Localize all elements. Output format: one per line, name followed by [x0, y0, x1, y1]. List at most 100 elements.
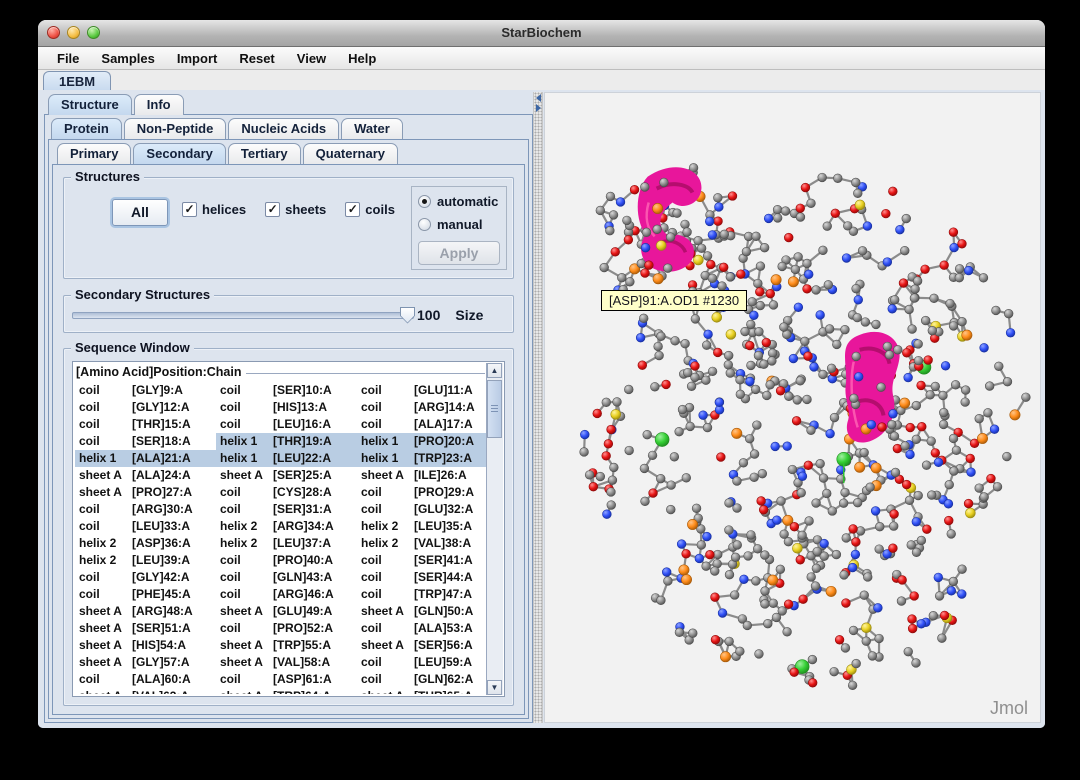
split-pane-divider[interactable]	[533, 92, 543, 723]
sequence-cell[interactable]: sheet A[HIS]54:A	[75, 637, 216, 654]
sequence-cell[interactable]: coil[GLY]12:A	[75, 399, 216, 416]
menu-item-view[interactable]: View	[286, 51, 337, 66]
menu-item-help[interactable]: Help	[337, 51, 387, 66]
sequence-cell[interactable]: sheet A[VAL]63:A	[75, 688, 216, 694]
tab-nucleic-acids[interactable]: Nucleic Acids	[228, 118, 339, 139]
sequence-cell[interactable]: helix 1[TRP]23:A	[357, 450, 486, 467]
sequence-cell[interactable]: sheet A[ILE]26:A	[357, 467, 486, 484]
menu-item-file[interactable]: File	[46, 51, 90, 66]
title-bar[interactable]: StarBiochem	[38, 20, 1045, 47]
sequence-cell[interactable]: helix 2[ARG]34:A	[216, 518, 357, 535]
sequence-cell[interactable]: sheet A[SER]51:A	[75, 620, 216, 637]
checkbox-box-icon[interactable]: ✓	[345, 202, 360, 217]
sequence-cell[interactable]: coil[SER]41:A	[357, 552, 486, 569]
sequence-cell[interactable]: helix 2[LEU]39:A	[75, 552, 216, 569]
scrollbar-thumb[interactable]	[487, 380, 502, 438]
checkbox-helices[interactable]: ✓helices	[182, 202, 246, 217]
checkbox-box-icon[interactable]: ✓	[265, 202, 280, 217]
tab-protein[interactable]: Protein	[51, 118, 122, 139]
sequence-cell[interactable]: sheet A[GLN]50:A	[357, 603, 486, 620]
radio-manual[interactable]: manual	[418, 213, 500, 236]
sequence-cell[interactable]: coil[ASP]61:A	[216, 671, 357, 688]
sequence-cell[interactable]: coil[SER]31:A	[216, 501, 357, 518]
sequence-cell[interactable]: coil[ALA]17:A	[357, 416, 486, 433]
tab-non-peptide[interactable]: Non-Peptide	[124, 118, 227, 139]
radio-circle-icon[interactable]	[418, 195, 431, 208]
menu-item-import[interactable]: Import	[166, 51, 228, 66]
sequence-cell[interactable]: coil[TRP]47:A	[357, 586, 486, 603]
sequence-cell[interactable]: sheet A[TRP]64:A	[216, 688, 357, 694]
sequence-cell[interactable]: coil[ARG]30:A	[75, 501, 216, 518]
sequence-cell[interactable]: coil[GLY]9:A	[75, 382, 216, 399]
scroll-down-button[interactable]: ▼	[487, 680, 502, 695]
sequence-cell[interactable]: sheet A[SER]25:A	[216, 467, 357, 484]
checkbox-sheets[interactable]: ✓sheets	[265, 202, 326, 217]
sequence-cell[interactable]: coil[PRO]29:A	[357, 484, 486, 501]
sequence-cell[interactable]: helix 1[THR]19:A	[216, 433, 357, 450]
sequence-cell[interactable]: helix 2[ASP]36:A	[75, 535, 216, 552]
sequence-cell[interactable]: coil[ALA]60:A	[75, 671, 216, 688]
zoom-button[interactable]	[87, 26, 100, 39]
sequence-cell[interactable]: sheet A[ARG]48:A	[75, 603, 216, 620]
sequence-cell[interactable]: coil[ARG]14:A	[357, 399, 486, 416]
tab-water[interactable]: Water	[341, 118, 403, 139]
radio-circle-icon[interactable]	[418, 218, 431, 231]
sequence-cell[interactable]: coil[GLY]42:A	[75, 569, 216, 586]
scroll-up-button[interactable]: ▲	[487, 363, 502, 378]
tab-secondary[interactable]: Secondary	[133, 143, 225, 164]
sequence-cell[interactable]: sheet A[PRO]27:A	[75, 484, 216, 501]
size-slider-thumb[interactable]	[400, 307, 415, 324]
apply-button[interactable]: Apply	[418, 241, 500, 265]
sequence-cell[interactable]: coil[LEU]33:A	[75, 518, 216, 535]
tab-structure[interactable]: Structure	[48, 94, 132, 115]
sequence-cell[interactable]: sheet A[SER]56:A	[357, 637, 486, 654]
sequence-cell[interactable]: helix 2[VAL]38:A	[357, 535, 486, 552]
tab-tertiary[interactable]: Tertiary	[228, 143, 301, 164]
tab-primary[interactable]: Primary	[57, 143, 131, 164]
sequence-cell[interactable]: coil[PHE]45:A	[75, 586, 216, 603]
sequence-cell[interactable]: coil[ARG]46:A	[216, 586, 357, 603]
sequence-cell[interactable]: coil[THR]15:A	[75, 416, 216, 433]
sequence-cell[interactable]: sheet A[GLU]49:A	[216, 603, 357, 620]
sequence-cell[interactable]: sheet A[GLY]57:A	[75, 654, 216, 671]
molecule-canvas[interactable]	[545, 93, 1040, 722]
checkbox-coils[interactable]: ✓coils	[345, 202, 395, 217]
sequence-cell[interactable]: coil[PRO]40:A	[216, 552, 357, 569]
sequence-cell[interactable]: coil[PRO]52:A	[216, 620, 357, 637]
sequence-cell[interactable]: coil[SER]44:A	[357, 569, 486, 586]
sequence-cell[interactable]: coil[HIS]13:A	[216, 399, 357, 416]
sequence-cell[interactable]: coil[CYS]28:A	[216, 484, 357, 501]
sequence-cell[interactable]: coil[GLN]43:A	[216, 569, 357, 586]
sequence-cell[interactable]: coil[GLN]62:A	[357, 671, 486, 688]
sequence-cell[interactable]: helix 2[LEU]35:A	[357, 518, 486, 535]
collapse-left-icon[interactable]	[536, 94, 541, 102]
sequence-cell[interactable]: coil[LEU]16:A	[216, 416, 357, 433]
sequence-scrollbar[interactable]: ▲ ▼	[486, 363, 503, 695]
tab-info[interactable]: Info	[134, 94, 184, 115]
sequence-cell[interactable]: sheet A[THR]65:A	[357, 688, 486, 694]
collapse-right-icon[interactable]	[536, 104, 541, 112]
minimize-button[interactable]	[67, 26, 80, 39]
sequence-cell[interactable]: coil[GLU]11:A	[357, 382, 486, 399]
radio-automatic[interactable]: automatic	[418, 190, 500, 213]
tab-1ebm[interactable]: 1EBM	[43, 71, 111, 92]
sequence-cell[interactable]: coil[GLU]32:A	[357, 501, 486, 518]
sequence-cell[interactable]: sheet A[ALA]24:A	[75, 467, 216, 484]
sequence-cell[interactable]: sheet A[VAL]58:A	[216, 654, 357, 671]
checkbox-box-icon[interactable]: ✓	[182, 202, 197, 217]
menu-item-reset[interactable]: Reset	[228, 51, 285, 66]
menu-item-samples[interactable]: Samples	[90, 51, 165, 66]
jmol-viewer[interactable]: [ASP]91:A.OD1 #1230 Jmol	[544, 92, 1041, 723]
sequence-cell[interactable]: coil[SER]10:A	[216, 382, 357, 399]
sequence-cell[interactable]: coil[ALA]53:A	[357, 620, 486, 637]
sequence-cell[interactable]: helix 2[LEU]37:A	[216, 535, 357, 552]
all-button[interactable]: All	[112, 199, 168, 226]
sequence-cell[interactable]: helix 1[LEU]22:A	[216, 450, 357, 467]
sequence-cell[interactable]: sheet A[TRP]55:A	[216, 637, 357, 654]
tab-quaternary[interactable]: Quaternary	[303, 143, 398, 164]
size-slider[interactable]	[72, 312, 414, 319]
sequence-cell[interactable]: coil[SER]18:A	[75, 433, 216, 450]
sequence-cell[interactable]: coil[LEU]59:A	[357, 654, 486, 671]
close-button[interactable]	[47, 26, 60, 39]
sequence-cell[interactable]: helix 1[ALA]21:A	[75, 450, 216, 467]
